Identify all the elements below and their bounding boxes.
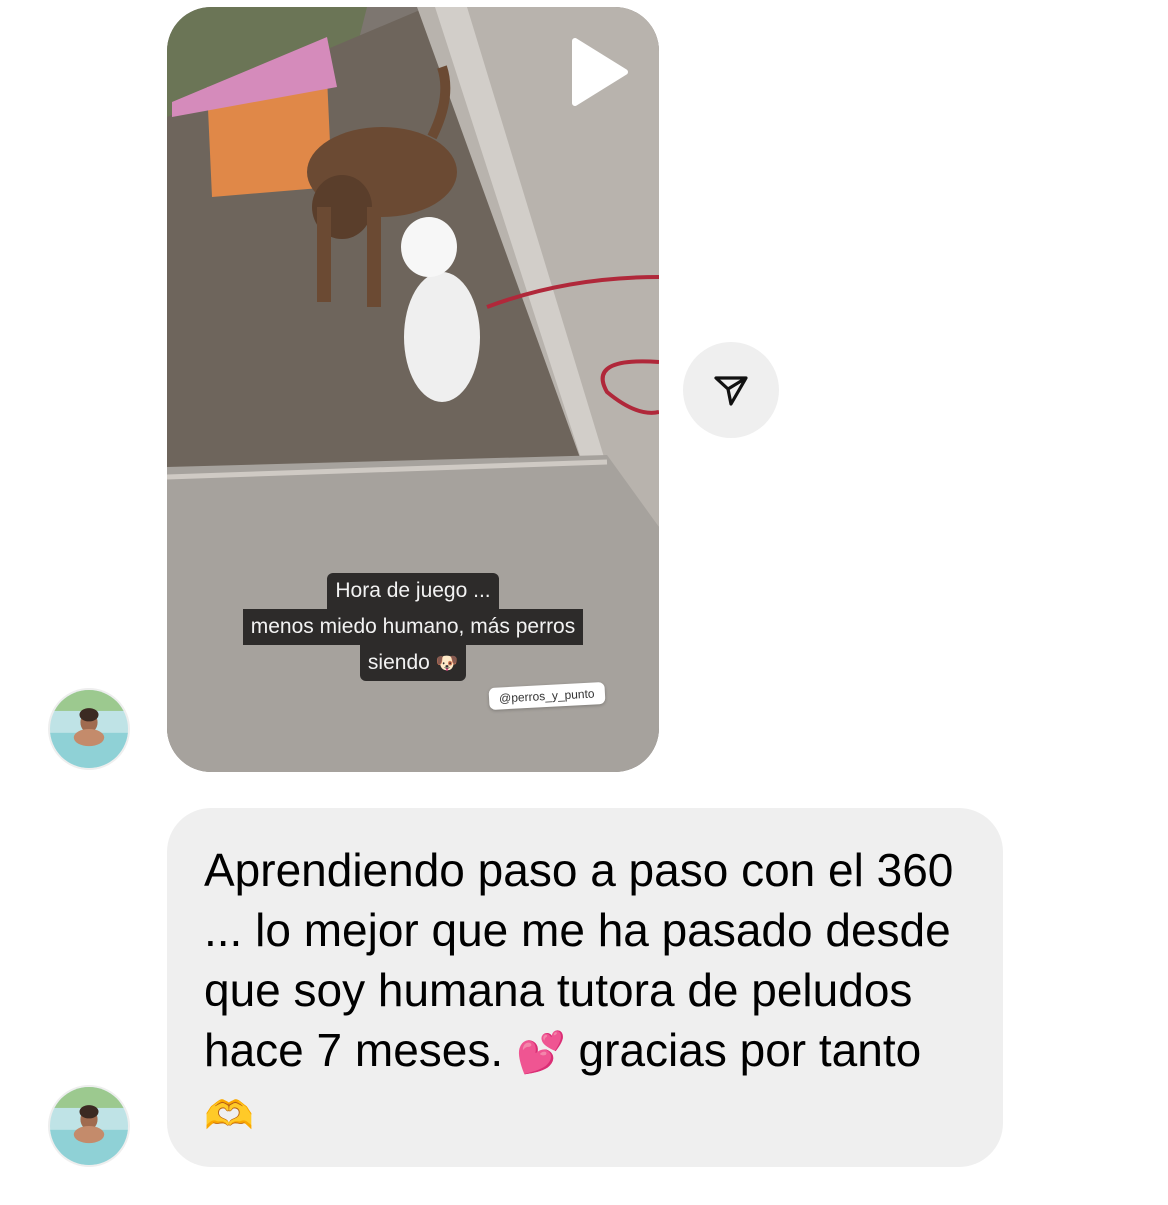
shared-story-card[interactable]: Hora de juego ... menos miedo humano, má… (167, 7, 659, 772)
caption-line-1: Hora de juego ... (327, 573, 499, 609)
play-icon[interactable] (567, 37, 629, 107)
share-button[interactable] (683, 342, 779, 438)
caption-line-3-text: siendo (367, 651, 430, 674)
dog-face-icon: 🐶 (435, 653, 459, 673)
message-text: Aprendiendo paso a paso con el 360 ... l… (204, 840, 967, 1146)
two-hearts-icon: 💕 (515, 1030, 566, 1076)
mention-text: @perros_y_punto (498, 686, 595, 706)
story-caption: Hora de juego ... menos miedo humano, má… (167, 573, 659, 681)
message-bubble[interactable]: Aprendiendo paso a paso con el 360 ... l… (167, 808, 1003, 1167)
message-text-tail: gracias por tanto (578, 1024, 922, 1076)
caption-line-3: siendo 🐶 (359, 645, 467, 681)
sender-avatar[interactable] (48, 688, 130, 770)
caption-line-2: menos miedo humano, más perros (242, 609, 584, 645)
heart-hands-icon: 🫶 (204, 1093, 254, 1139)
sender-avatar[interactable] (48, 1085, 130, 1167)
paper-plane-icon (714, 376, 748, 406)
